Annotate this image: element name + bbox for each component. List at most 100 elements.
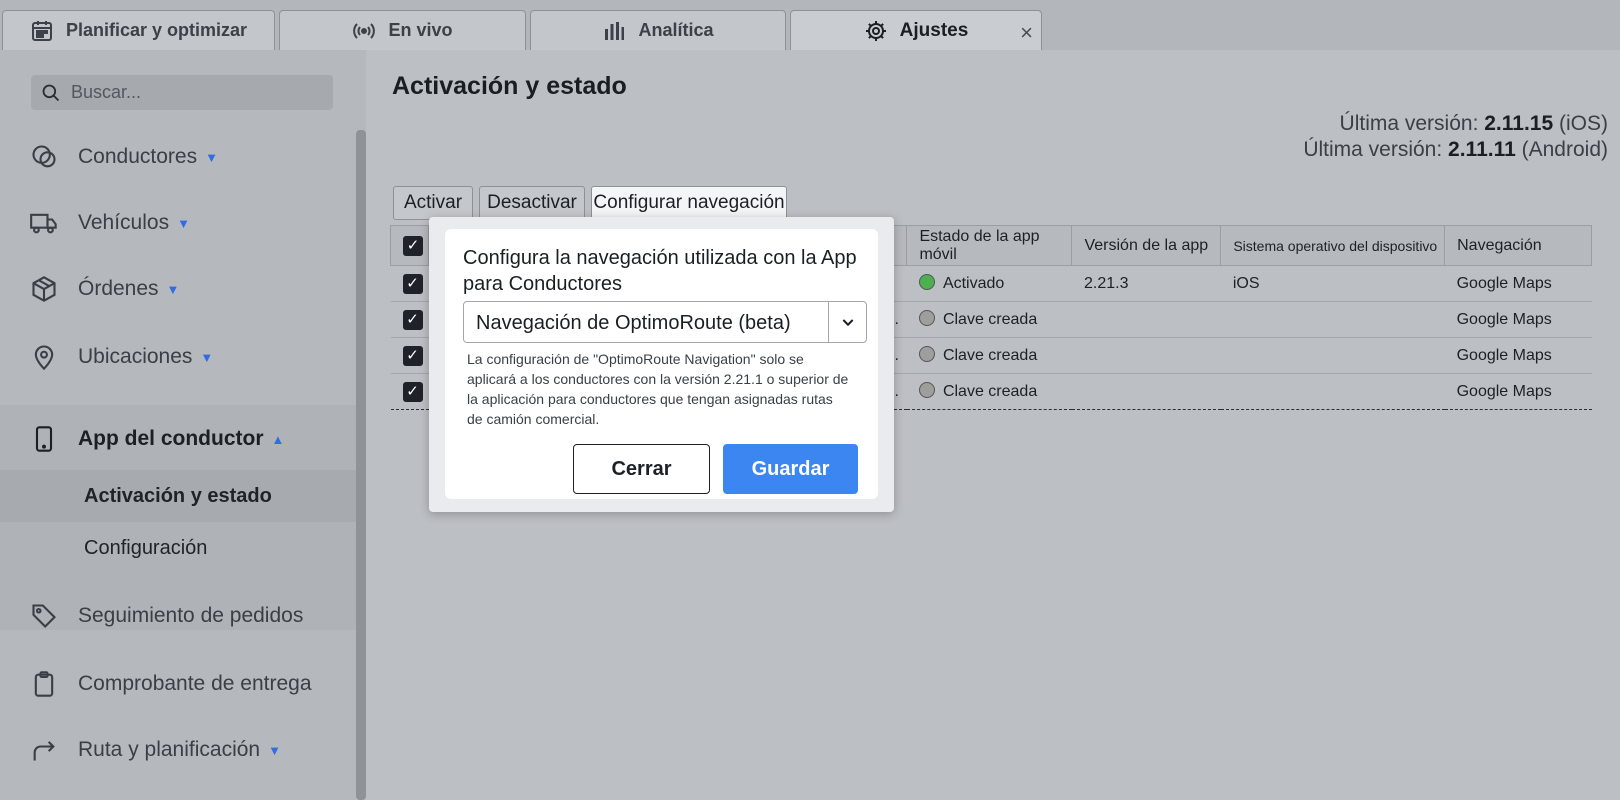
tab-plan-optimize[interactable]: Planificar y optimizar: [2, 10, 275, 50]
sidebar-item-vehicles[interactable]: Vehículos ▼: [0, 189, 356, 257]
tab-label: Planificar y optimizar: [65, 20, 248, 40]
phone-icon: [35, 426, 53, 452]
select-all-checkbox[interactable]: ✓: [403, 235, 423, 256]
row-checkbox-cell: ✓: [390, 301, 429, 338]
app-version-cell: 2.21.3: [1071, 265, 1221, 302]
sidebar-item-label: Ubicaciones: [78, 345, 193, 368]
navigation-select[interactable]: Navegación de OptimoRoute (beta): [463, 301, 867, 343]
app-version-cell: [1071, 337, 1221, 374]
drivers-icon: [32, 145, 56, 168]
header-navigation: Navegación: [1444, 225, 1592, 266]
navigation-cell: Google Maps: [1444, 373, 1592, 410]
configure-navigation-dialog: Configura la navegación utilizada con la…: [429, 217, 894, 512]
row-checkbox-cell: ✓: [390, 265, 429, 302]
header-app-version: Versión de la app: [1071, 225, 1222, 266]
row-checkbox[interactable]: ✓: [402, 345, 423, 366]
sidebar-item-label: App del conductor: [78, 427, 264, 450]
tab-label: Analítica: [638, 20, 714, 40]
caret-up-icon: ▲: [271, 431, 285, 447]
app-status-cell: Clave creada: [906, 301, 1072, 338]
tab-label: Ajustes: [899, 19, 969, 41]
activate-button[interactable]: Activar: [393, 186, 473, 220]
sidebar: Buscar... Conductores ▼ Vehículos ▼ Órde…: [0, 50, 366, 800]
device-os-cell: [1220, 301, 1445, 338]
device-os-cell: iOS: [1220, 265, 1445, 302]
search-icon: [42, 84, 60, 101]
dropdown-toggle[interactable]: [828, 302, 866, 342]
page-title: Activación y estado: [392, 72, 627, 100]
location-pin-icon: [34, 345, 54, 371]
gear-icon: [865, 20, 886, 41]
bar-chart-icon: [605, 21, 625, 40]
row-checkbox-cell: ✓: [390, 337, 429, 374]
row-checkbox[interactable]: ✓: [402, 309, 423, 330]
sidebar-item-order-tracking[interactable]: Seguimiento de pedidos: [0, 582, 356, 650]
sidebar-item-drivers[interactable]: Conductores ▼: [0, 123, 356, 191]
navigation-cell: Google Maps: [1444, 337, 1592, 374]
caret-down-icon: ▼: [177, 215, 190, 231]
select-all-cell: ✓: [389, 225, 430, 266]
sidebar-subitem-label: Configuración: [84, 536, 208, 559]
calendar-icon: [31, 20, 52, 41]
chevron-down-icon: [842, 319, 853, 327]
status-dot-key: [918, 310, 935, 326]
truck-icon: [30, 213, 57, 234]
tab-analytics[interactable]: Analítica: [530, 10, 786, 50]
broadcast-icon: [353, 22, 376, 39]
caret-down-icon: ▼: [166, 281, 180, 297]
sidebar-item-label: Comprobante de entrega: [78, 672, 312, 695]
row-checkbox[interactable]: ✓: [402, 273, 423, 294]
sidebar-item-label: Órdenes: [78, 277, 159, 300]
close-tab-icon[interactable]: ×: [1020, 20, 1033, 46]
route-arrow-icon: [33, 741, 55, 761]
status-dot-key: [918, 346, 935, 362]
sidebar-subitem-activation-status[interactable]: Activación y estado: [0, 470, 356, 522]
app-version-cell: [1071, 373, 1221, 410]
app-status-cell: Clave creada: [906, 337, 1072, 374]
tag-icon: [32, 604, 56, 628]
sidebar-item-locations[interactable]: Ubicaciones ▼: [0, 323, 356, 391]
status-dot-active: [918, 274, 935, 290]
top-tab-bar: Planificar y optimizar En vivo Analítica…: [0, 0, 1620, 50]
sidebar-item-label: Vehículos: [78, 211, 170, 234]
header-device-os: Sistema operativo del dispositivo: [1220, 225, 1446, 266]
row-checkbox-cell: ✓: [390, 373, 429, 410]
search-input[interactable]: Buscar...: [31, 75, 333, 110]
navigation-cell: Google Maps: [1444, 301, 1592, 338]
tab-settings[interactable]: Ajustes ×: [790, 10, 1042, 50]
app-version-cell: [1071, 301, 1221, 338]
box-icon: [32, 276, 56, 302]
latest-version-ios: Última versión: 2.11.15 (iOS): [1339, 112, 1608, 135]
device-os-cell: [1220, 337, 1445, 374]
sidebar-item-label: Ruta y planificación: [78, 738, 261, 761]
header-app-status: Estado de la app móvil: [906, 225, 1073, 266]
caret-down-icon: ▼: [268, 742, 281, 758]
navigation-cell: Google Maps: [1444, 265, 1592, 302]
row-checkbox[interactable]: ✓: [402, 381, 423, 402]
configure-navigation-button[interactable]: Configurar navegación: [591, 186, 787, 220]
sidebar-item-route-planning[interactable]: Ruta y planificación ▼: [0, 716, 356, 784]
app-status-cell: Clave creada: [906, 373, 1072, 410]
tab-live[interactable]: En vivo: [279, 10, 526, 50]
close-button[interactable]: Cerrar: [573, 444, 710, 494]
save-button[interactable]: Guardar: [723, 444, 858, 494]
sidebar-item-orders[interactable]: Órdenes ▼: [0, 255, 356, 323]
sidebar-subitem-configuration[interactable]: Configuración: [0, 522, 356, 574]
clipboard-icon: [34, 671, 54, 697]
app-status-cell: Activado: [906, 265, 1072, 302]
navigation-select-value: Navegación de OptimoRoute (beta): [476, 312, 791, 334]
latest-version-android: Última versión: 2.11.11 (Android): [1303, 138, 1608, 161]
deactivate-button[interactable]: Desactivar: [479, 186, 585, 220]
sidebar-item-driver-app[interactable]: App del conductor ▲: [0, 405, 356, 473]
search-placeholder: Buscar...: [71, 82, 142, 102]
sidebar-item-proof-of-delivery[interactable]: Comprobante de entrega: [0, 650, 356, 718]
dialog-title: Configura la navegación utilizada con la…: [463, 247, 857, 295]
dialog-panel: Configura la navegación utilizada con la…: [445, 229, 878, 499]
sidebar-scrollbar[interactable]: [356, 130, 366, 800]
sidebar-item-label: Conductores: [78, 145, 198, 168]
sidebar-subitem-label: Activación y estado: [84, 484, 272, 507]
device-os-cell: [1220, 373, 1445, 410]
caret-down-icon: ▼: [200, 349, 214, 365]
caret-down-icon: ▼: [205, 149, 218, 165]
dialog-note: La configuración de "OptimoRoute Navigat…: [467, 351, 849, 427]
